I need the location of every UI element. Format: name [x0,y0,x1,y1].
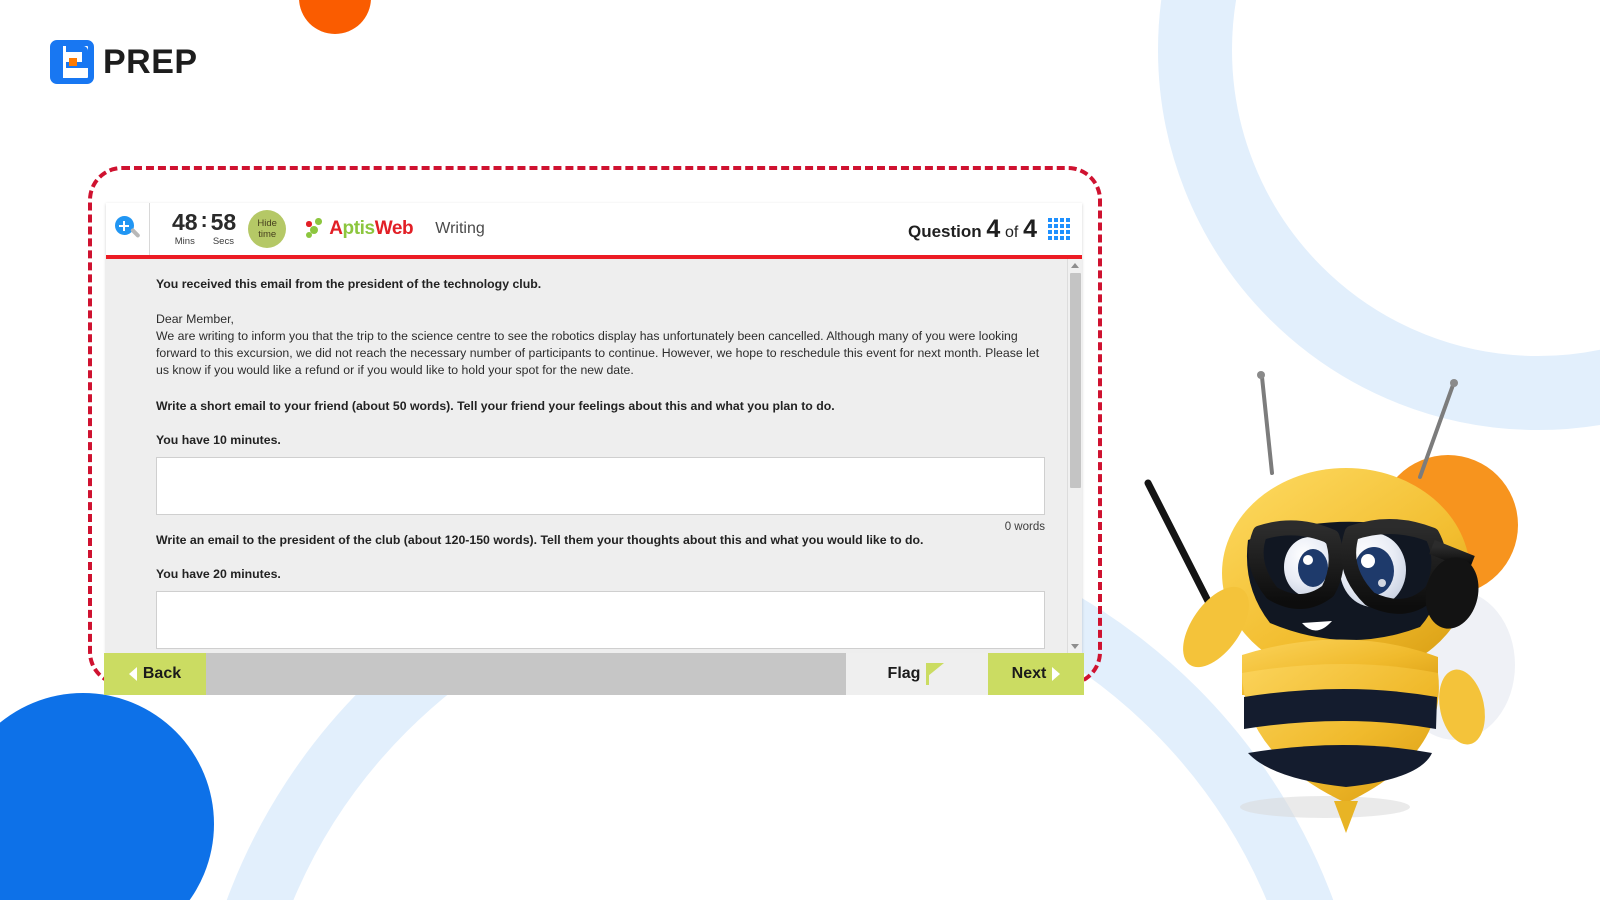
question-content: You received this email from the preside… [106,259,1067,653]
question-of: of [1005,223,1019,241]
flag-button[interactable]: Flag [846,653,988,695]
email-body: We are writing to inform you that the tr… [156,329,1040,377]
hide-time-label-line2: time [258,229,277,240]
flag-icon [926,663,946,685]
test-header: 48 Mins : 58 Secs Hide time AptisWeb Wri… [106,203,1082,259]
next-button-label: Next [1011,665,1047,682]
scrollbar-down-arrow-icon[interactable] [1071,644,1079,649]
back-button[interactable]: Back [104,653,206,695]
aptis-letters-ptis: ptis [342,218,376,239]
orange-circle-top [299,0,371,34]
blue-circle-bottom-left [0,693,214,900]
prep-logo-mark-icon [50,40,94,84]
hide-time-label-line1: Hide [257,218,277,229]
question-label: Question [907,221,982,241]
email-salutation: Dear Member, [156,312,234,326]
countdown-timer: 48 Mins : 58 Secs [172,209,237,248]
page-root: PREP 48 Mins : 58 Secs Hide time AptisWe… [0,0,1600,900]
task1-answer-input[interactable] [156,457,1045,515]
question-grid-icon[interactable] [1048,218,1070,240]
aptis-word-web: Web [374,218,414,239]
task1-time-allowance: You have 10 minutes. [156,433,281,447]
question-counter: Question 4 of 4 [908,215,1037,244]
aptisweb-wordmark: AptisWeb [329,218,413,240]
aptisweb-logo: AptisWeb [306,218,414,240]
hide-time-button[interactable]: Hide time [248,210,287,248]
zoom-in-magnifier-icon [114,216,141,242]
timer-seconds-value: 58 [210,209,237,235]
chevron-right-icon [1052,667,1061,681]
task1-word-count: 0 words [1004,521,1045,533]
bee-mascot [1120,355,1560,835]
progress-bar [206,653,846,695]
section-name: Writing [435,220,485,237]
scrollbar-thumb[interactable] [1070,273,1081,488]
aptis-letter-a: A [329,218,343,239]
scrollbar-up-arrow-icon[interactable] [1071,263,1079,268]
bee-mascot-illustration [1144,371,1485,833]
timer-seconds: 58 Secs [210,209,237,248]
task2-time-allowance: You have 20 minutes. [156,567,281,581]
task1-instruction: Write a short email to your friend (abou… [156,399,835,413]
aptis-dots-icon [306,218,325,240]
question-current: 4 [986,214,1001,243]
aptis-test-window: 48 Mins : 58 Secs Hide time AptisWeb Wri… [104,203,1084,695]
timer-minutes: 48 Mins [172,209,198,248]
question-indicator: Question 4 of 4 [908,215,1070,244]
timer-minutes-value: 48 [172,209,198,235]
back-button-label: Back [142,665,182,682]
navigation-footer: Back Flag Next [104,653,1084,695]
timer-minutes-label: Mins [174,236,195,247]
task2-instruction: Write an email to the president of the c… [156,533,924,547]
flag-button-label: Flag [887,665,921,682]
chevron-left-icon [128,667,137,681]
prep-logo-text: PREP [103,42,198,81]
task2-answer-input[interactable] [156,591,1045,649]
timer-seconds-label: Secs [212,236,234,247]
intro-text: You received this email from the preside… [156,277,542,291]
question-total: 4 [1023,214,1037,243]
prep-logo[interactable]: PREP [50,40,198,84]
timer-separator: : [200,209,208,232]
next-button[interactable]: Next [988,653,1084,695]
test-body: You received this email from the preside… [106,259,1082,653]
content-scrollbar[interactable] [1067,259,1082,653]
zoom-in-button[interactable] [106,203,150,255]
